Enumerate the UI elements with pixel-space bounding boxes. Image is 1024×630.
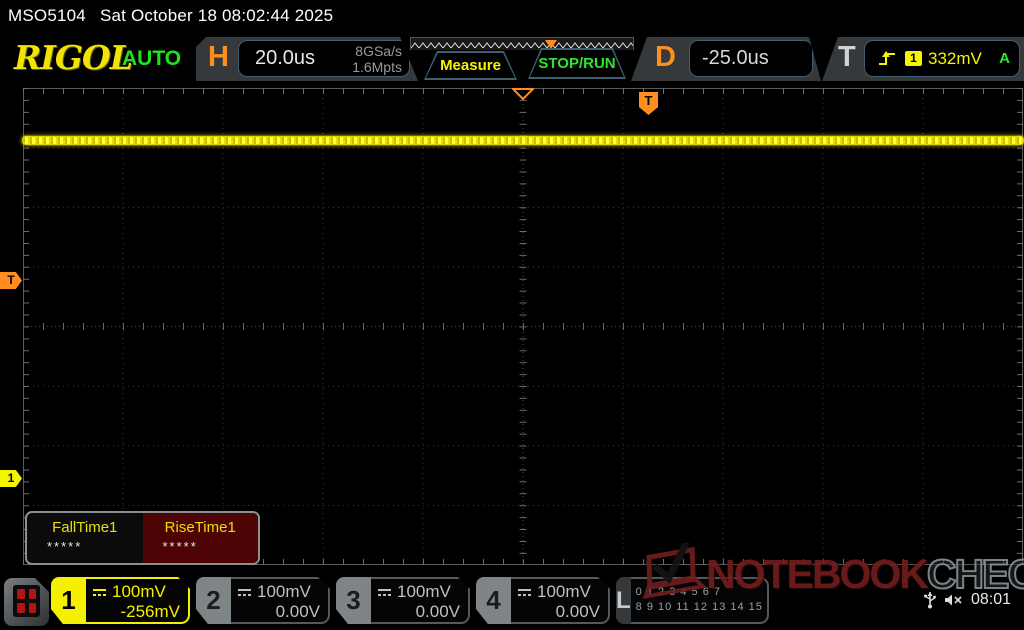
logic-analyzer-panel[interactable]: L 0 1 2 3 4 5 6 7 8 9 10 11 12 13 14 15 bbox=[616, 577, 746, 624]
delay-panel[interactable]: D -25.0us bbox=[631, 37, 821, 81]
logic-row2: 8 9 10 11 12 13 14 15 bbox=[636, 600, 763, 615]
channel2-settings: 100mV 0.00V bbox=[231, 577, 330, 624]
datetime-label: Sat October 18 08:02:44 2025 bbox=[100, 6, 333, 25]
measure-button-label: Measure bbox=[440, 57, 501, 74]
stop-run-button-label: STOP/RUN bbox=[538, 55, 615, 72]
model-label: MSO5104 bbox=[8, 6, 86, 25]
channel1-settings: 100mV -256mV bbox=[86, 577, 190, 624]
dc-coupling-icon bbox=[517, 588, 532, 597]
logic-channels: 0 1 2 3 4 5 6 7 8 9 10 11 12 13 14 15 bbox=[631, 577, 769, 624]
grid bbox=[23, 88, 1023, 565]
delay-label: D bbox=[655, 41, 676, 74]
measurement-value: ***** bbox=[143, 539, 259, 554]
horizontal-reference-marker[interactable] bbox=[512, 88, 534, 100]
delay-value: -25.0us bbox=[702, 47, 769, 70]
channel2-offset: 0.00V bbox=[237, 602, 320, 622]
memory-depth: 1.6Mpts bbox=[352, 59, 402, 75]
dc-coupling-icon bbox=[92, 588, 107, 597]
trigger-settings-box[interactable]: 1 332mV A bbox=[864, 40, 1020, 77]
channel3-scale: 100mV bbox=[397, 582, 451, 602]
horizontal-label: H bbox=[208, 41, 229, 74]
horizontal-settings-box[interactable]: 20.0us 8GSa/s 1.6Mpts bbox=[238, 40, 410, 77]
channel1-panel[interactable]: 1 100mV -256mV bbox=[51, 577, 190, 624]
channel3-settings: 100mV 0.00V bbox=[371, 577, 470, 624]
trigger-mode-value: A bbox=[999, 50, 1010, 67]
channel1-position-marker[interactable]: 1 bbox=[0, 470, 22, 487]
measurement-risetime[interactable]: RiseTime1 ***** bbox=[143, 513, 259, 563]
logic-row1: 0 1 2 3 4 5 6 7 bbox=[636, 585, 763, 600]
logic-label: L bbox=[616, 577, 631, 624]
channel1-trace bbox=[23, 137, 1023, 144]
trigger-level-marker[interactable]: T bbox=[0, 272, 22, 289]
channel3-offset: 0.00V bbox=[377, 602, 460, 622]
clock-time: 08:01 bbox=[971, 591, 1011, 609]
status-bar: MSO5104 Sat October 18 08:02:44 2025 bbox=[8, 6, 347, 26]
channel1-number: 1 bbox=[51, 577, 86, 624]
channel2-panel[interactable]: 2 100mV 0.00V bbox=[196, 577, 330, 624]
channel3-panel[interactable]: 3 100mV 0.00V bbox=[336, 577, 470, 624]
measurement-name: FallTime1 bbox=[27, 519, 143, 536]
trigger-panel[interactable]: T 1 332mV A bbox=[822, 37, 1024, 81]
channel4-offset: 0.00V bbox=[517, 602, 600, 622]
trigger-source-badge: 1 bbox=[905, 51, 922, 66]
timebase-value: 20.0us bbox=[255, 47, 315, 70]
horizontal-panel[interactable]: H 20.0us 8GSa/s 1.6Mpts bbox=[196, 37, 418, 81]
main-menu-button[interactable] bbox=[4, 578, 49, 626]
channel4-panel[interactable]: 4 100mV 0.00V bbox=[476, 577, 610, 624]
channel1-scale: 100mV bbox=[112, 582, 166, 602]
rising-edge-trigger-icon bbox=[877, 50, 897, 68]
measure-button[interactable]: Measure bbox=[424, 51, 517, 80]
measurement-value: ***** bbox=[27, 539, 143, 554]
acquisition-rates: 8GSa/s 1.6Mpts bbox=[352, 43, 402, 75]
channel1-offset: -256mV bbox=[92, 602, 180, 622]
channel4-settings: 100mV 0.00V bbox=[511, 577, 610, 624]
grid-menu-icon bbox=[13, 585, 40, 617]
acquisition-mode-label: AUTO bbox=[122, 47, 181, 71]
trigger-level-value: 332mV bbox=[928, 49, 982, 69]
graticule bbox=[23, 88, 1023, 565]
position-indicator-icon[interactable] bbox=[545, 40, 557, 49]
sound-muted-icon[interactable] bbox=[944, 593, 963, 607]
delay-value-box[interactable]: -25.0us bbox=[689, 40, 813, 77]
rigol-logo: RIGOL bbox=[14, 38, 132, 77]
dc-coupling-icon bbox=[237, 588, 252, 597]
measurement-name: RiseTime1 bbox=[143, 519, 259, 536]
usb-icon[interactable] bbox=[924, 591, 936, 609]
dc-coupling-icon bbox=[377, 588, 392, 597]
channel4-number: 4 bbox=[476, 577, 511, 624]
measurement-falltime[interactable]: FallTime1 ***** bbox=[27, 513, 143, 563]
channel4-scale: 100mV bbox=[537, 582, 591, 602]
channel2-number: 2 bbox=[196, 577, 231, 624]
system-tray: 08:01 bbox=[924, 588, 1020, 612]
trigger-label: T bbox=[838, 41, 856, 74]
measurement-results-box[interactable]: FallTime1 ***** RiseTime1 ***** bbox=[25, 511, 260, 565]
channel3-number: 3 bbox=[336, 577, 371, 624]
channel2-scale: 100mV bbox=[257, 582, 311, 602]
stop-run-button[interactable]: STOP/RUN bbox=[528, 48, 626, 79]
sample-rate: 8GSa/s bbox=[352, 43, 402, 59]
